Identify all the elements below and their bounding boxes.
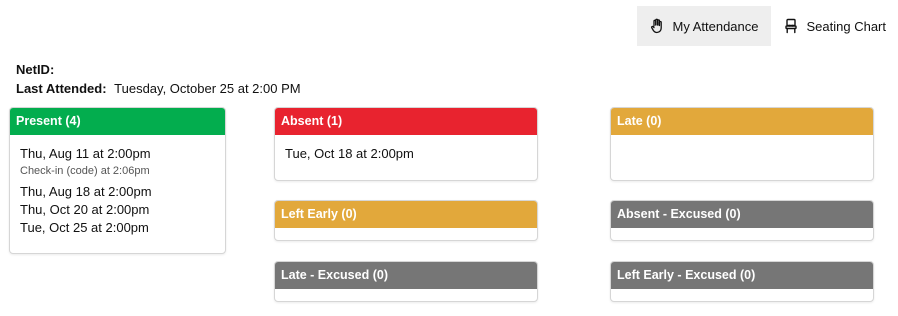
late-card-header: Late (0) (611, 108, 873, 135)
late-excused-card-header: Late - Excused (0) (275, 262, 537, 289)
present-card: Present (4) Thu, Aug 11 at 2:00pm Check-… (9, 107, 226, 254)
netid-row: NetID: (16, 60, 301, 79)
left-early-excused-card: Left Early - Excused (0) (610, 261, 874, 302)
left-early-card: Left Early (0) (274, 200, 538, 241)
present-entry: Thu, Aug 11 at 2:00pm (20, 146, 151, 161)
last-attended-value: Tuesday, October 25 at 2:00 PM (114, 81, 301, 96)
absent-card-body: Tue, Oct 18 at 2:00pm (275, 135, 537, 173)
absent-entry: Tue, Oct 18 at 2:00pm (285, 146, 414, 161)
netid-label: NetID: (16, 62, 55, 77)
present-entry: Thu, Aug 18 at 2:00pm (20, 184, 152, 199)
present-entry-checkin-note: Check-in (code) at 2:06pm (20, 165, 150, 177)
last-attended-row: Last Attended: Tuesday, October 25 at 2:… (16, 79, 301, 98)
student-info: NetID: Last Attended: Tuesday, October 2… (16, 60, 301, 98)
hand-icon (649, 18, 665, 34)
absent-card-header: Absent (1) (275, 108, 537, 135)
present-card-header: Present (4) (10, 108, 225, 135)
my-attendance-button[interactable]: My Attendance (636, 6, 771, 46)
present-entry: Thu, Oct 20 at 2:00pm (20, 202, 150, 217)
late-excused-card: Late - Excused (0) (274, 261, 538, 302)
absent-card: Absent (1) Tue, Oct 18 at 2:00pm (274, 107, 538, 181)
present-entry: Tue, Oct 25 at 2:00pm (20, 220, 149, 235)
absent-excused-card-header: Absent - Excused (0) (611, 201, 873, 228)
seating-chart-label: Seating Chart (806, 18, 887, 34)
top-nav: My Attendance Seating Chart (636, 6, 898, 46)
absent-excused-card: Absent - Excused (0) (610, 200, 874, 241)
chair-icon (783, 18, 799, 34)
my-attendance-label: My Attendance (672, 18, 759, 34)
present-card-body: Thu, Aug 11 at 2:00pm Check-in (code) at… (10, 135, 225, 247)
last-attended-label: Last Attended: (16, 81, 107, 96)
left-early-excused-card-header: Left Early - Excused (0) (611, 262, 873, 289)
seating-chart-button[interactable]: Seating Chart (771, 6, 898, 46)
left-early-card-header: Left Early (0) (275, 201, 537, 228)
late-card: Late (0) (610, 107, 874, 181)
